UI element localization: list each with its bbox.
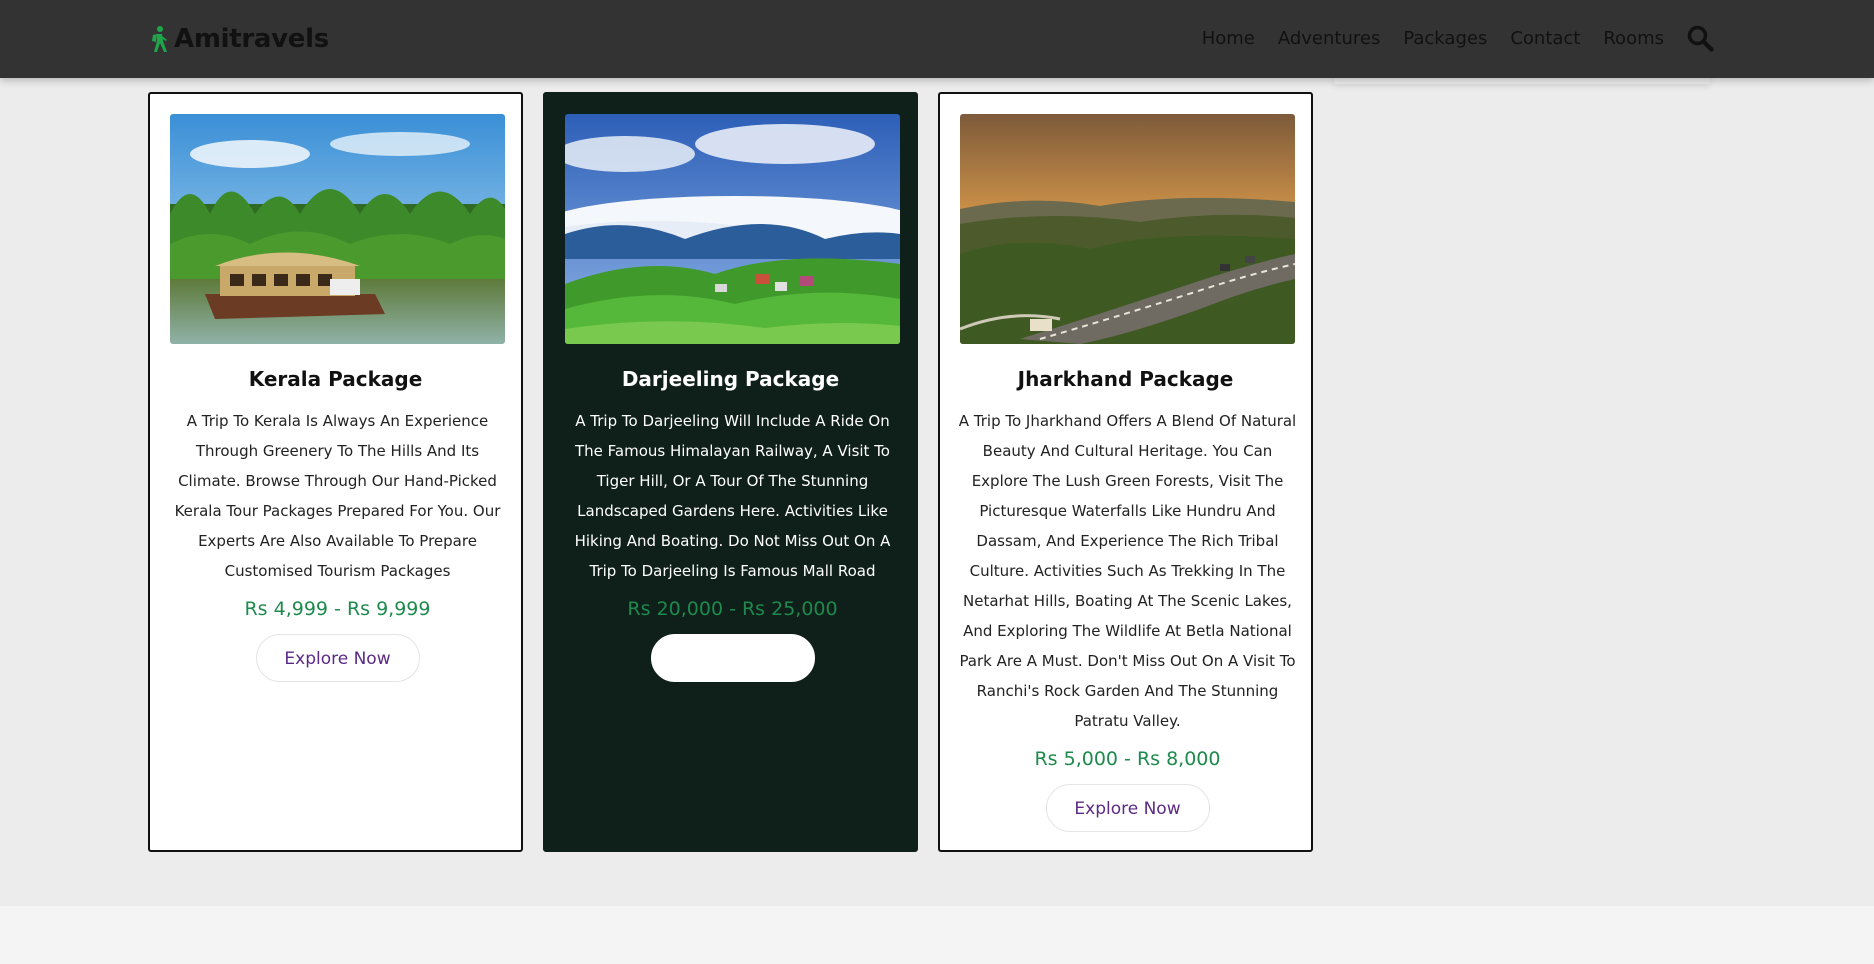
hiker-icon <box>152 26 167 52</box>
package-body: A Trip To Darjeeling Will Include A Ride… <box>561 406 904 682</box>
package-title: Darjeeling Package <box>621 367 840 391</box>
brand-name: Amitravels <box>174 24 329 54</box>
explore-now-button[interactable]: Explore Now <box>650 634 815 682</box>
package-description: A Trip To Darjeeling Will Include A Ride… <box>574 412 891 580</box>
package-body: A Trip To Kerala Is Always An Experience… <box>166 406 509 682</box>
footer-band <box>0 906 1874 964</box>
package-price: Rs 20,000 - Rs 25,000 <box>627 598 838 620</box>
kerala-houseboat-image <box>170 114 505 344</box>
package-card-jharkhand: Jharkhand Package A Trip To Jharkhand Of… <box>938 92 1313 852</box>
package-card-darjeeling: Darjeeling Package A Trip To Darjeeling … <box>543 92 918 852</box>
nav-home[interactable]: Home <box>1202 28 1255 49</box>
jharkhand-valley-road-image <box>960 114 1295 344</box>
package-price: Rs 5,000 - Rs 8,000 <box>1034 748 1221 770</box>
nav-packages[interactable]: Packages <box>1403 28 1487 49</box>
brand-logo[interactable]: Amitravels <box>148 20 329 58</box>
nav-adventures[interactable]: Adventures <box>1278 28 1380 49</box>
package-title: Kerala Package <box>248 367 423 391</box>
site-header: Amitravels Home Adventures Packages Cont… <box>0 0 1874 78</box>
explore-now-button[interactable]: Explore Now <box>1045 784 1210 832</box>
package-description: A Trip To Kerala Is Always An Experience… <box>174 412 501 580</box>
package-description: A Trip To Jharkhand Offers A Blend Of Na… <box>958 412 1297 730</box>
package-title: Jharkhand Package <box>1017 367 1234 391</box>
nav-contact[interactable]: Contact <box>1510 28 1580 49</box>
explore-now-button[interactable]: Explore Now <box>255 634 420 682</box>
main-nav: Home Adventures Packages Contact Rooms <box>1179 18 1714 58</box>
package-card-kerala: Kerala Package A Trip To Kerala Is Alway… <box>148 92 523 852</box>
package-body: A Trip To Jharkhand Offers A Blend Of Na… <box>956 406 1299 832</box>
search-icon[interactable] <box>1686 24 1714 52</box>
nav-rooms[interactable]: Rooms <box>1603 28 1664 49</box>
darjeeling-hills-image <box>565 114 900 344</box>
package-price: Rs 4,999 - Rs 9,999 <box>244 598 431 620</box>
